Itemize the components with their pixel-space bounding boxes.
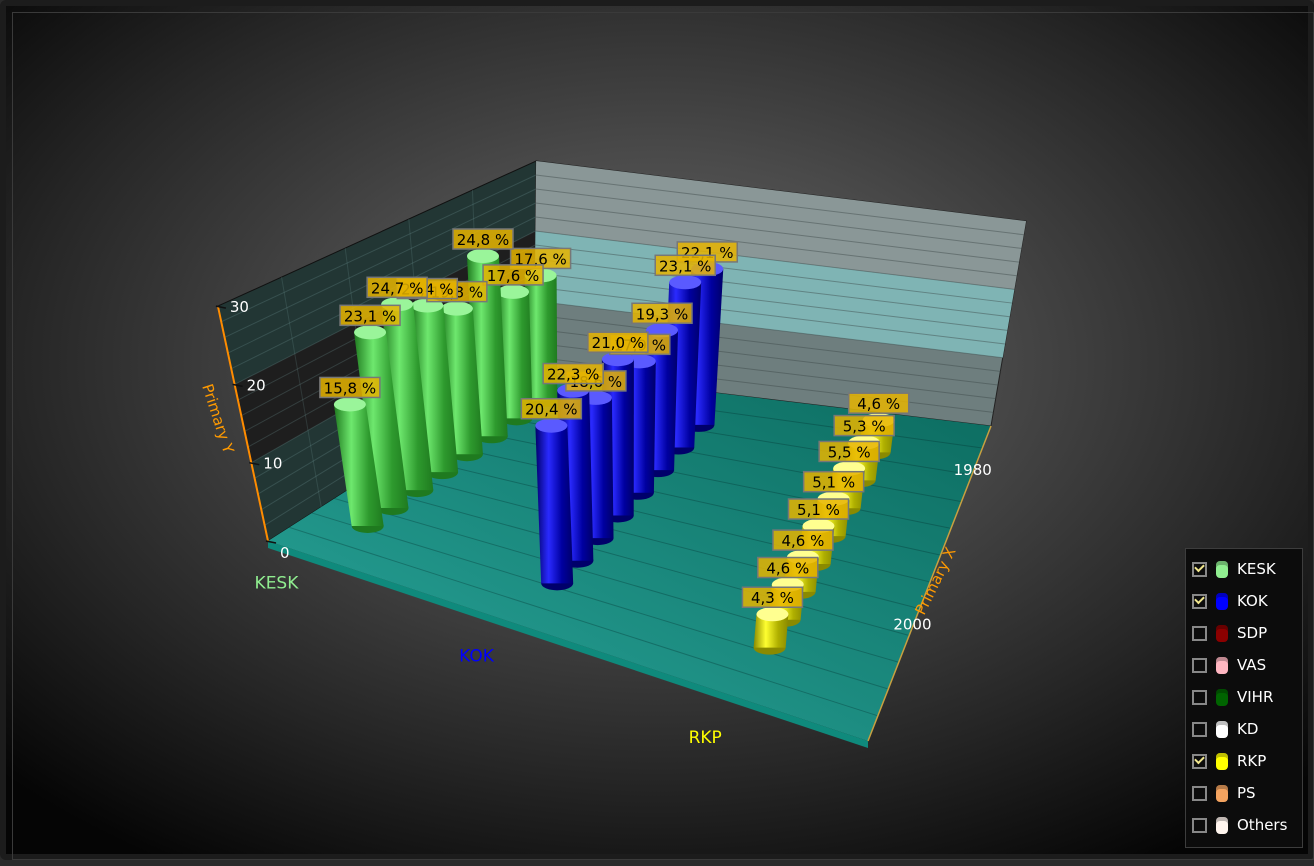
legend-label: PS <box>1237 784 1256 802</box>
data-label-text: 23,1 % <box>659 257 711 275</box>
data-label-text: 4,6 % <box>782 532 825 550</box>
cylinder-top <box>354 325 387 340</box>
data-label-text: 5,5 % <box>828 443 871 461</box>
cylinder-top <box>535 418 568 433</box>
legend-item-kok[interactable]: KOK <box>1186 585 1302 617</box>
data-label: 4,6 % <box>757 556 819 579</box>
legend-item-kesk[interactable]: KESK <box>1186 553 1302 585</box>
cylinder-swatch-icon <box>1216 624 1228 642</box>
legend-item-ps[interactable]: PS <box>1186 777 1302 809</box>
legend: KESK KOK SDP VAS VIHR KD RKP PS Others <box>1185 548 1303 848</box>
legend-checkbox[interactable] <box>1192 785 1207 801</box>
data-label: 24,8 % <box>452 228 514 250</box>
data-label: 23,1 % <box>654 254 716 277</box>
data-label-text: 15,8 % <box>324 379 376 397</box>
data-label: 4,3 % <box>741 586 804 608</box>
data-label-text: 20,4 % <box>525 401 577 419</box>
data-label: 19,3 % <box>631 302 693 325</box>
data-label: 5,5 % <box>818 440 880 463</box>
data-label: 5,3 % <box>833 414 895 437</box>
cylinder-top <box>440 301 473 316</box>
cylinder-swatch-icon <box>1216 720 1228 738</box>
category-label-kok: KOK <box>459 646 495 666</box>
cylinder-swatch-icon <box>1216 816 1228 834</box>
data-label: 23,1 % <box>339 304 401 327</box>
data-label: 5,1 % <box>787 498 850 520</box>
cylinder-swatch-icon <box>1216 560 1228 578</box>
y-axis-title: Primary Y <box>198 382 238 457</box>
cylinder-top <box>497 284 530 299</box>
legend-label: RKP <box>1237 752 1267 770</box>
data-label-text: 5,1 % <box>812 474 855 492</box>
cylinder-rkp <box>753 607 789 655</box>
data-label-text: 24,8 % <box>457 231 509 249</box>
data-label: 15,8 % <box>319 376 381 399</box>
legend-item-vas[interactable]: VAS <box>1186 649 1302 681</box>
data-label-text: 21,0 % <box>592 334 644 352</box>
data-label-text: 5,3 % <box>843 418 886 436</box>
legend-label: KD <box>1237 720 1259 738</box>
data-label-text: 24,7 % <box>371 279 423 297</box>
data-label: 4,6 % <box>772 529 834 551</box>
cylinder-swatch-icon <box>1216 656 1228 674</box>
legend-checkbox[interactable] <box>1192 689 1207 705</box>
data-label-text: 22,3 % <box>547 366 599 384</box>
data-label-text: 23,1 % <box>344 307 396 325</box>
category-label-kesk: KESK <box>255 574 300 594</box>
legend-label: SDP <box>1237 624 1268 642</box>
legend-checkbox[interactable] <box>1192 625 1207 641</box>
chart-frame: 0 10 20 30 Primary Y 1980 2000 Primary X KESK KOK… <box>0 0 1314 860</box>
cylinder-top <box>756 607 789 622</box>
cylinder-top <box>466 249 499 264</box>
cylinder-body <box>535 425 574 584</box>
data-label: 21,0 % <box>587 331 649 353</box>
cylinder-kok <box>535 418 574 591</box>
data-label: 4,6 % <box>847 392 910 414</box>
category-label-rkp: RKP <box>689 728 722 748</box>
data-label-text: 4,3 % <box>751 589 794 607</box>
legend-item-rkp[interactable]: RKP <box>1186 745 1302 777</box>
cylinder-top <box>669 275 702 290</box>
legend-label: VIHR <box>1237 688 1274 706</box>
y-tick-label: 30 <box>230 298 249 316</box>
cylinder-top <box>333 397 366 412</box>
legend-label: VAS <box>1237 656 1267 674</box>
data-label-text: 19,3 % <box>636 305 688 323</box>
legend-item-others[interactable]: Others <box>1186 809 1302 841</box>
legend-checkbox[interactable] <box>1192 561 1207 577</box>
x-tick-label: 1980 <box>954 461 992 479</box>
data-label: 5,1 % <box>802 470 865 493</box>
data-label: 17,6 % <box>482 264 544 286</box>
y-tick-label: 10 <box>263 455 282 473</box>
data-label: 24,7 % <box>366 276 428 299</box>
data-label: 20,4 % <box>520 397 583 420</box>
cylinder-swatch-icon <box>1216 592 1228 610</box>
legend-label: KESK <box>1237 560 1276 578</box>
cylinder-swatch-icon <box>1216 784 1228 802</box>
legend-checkbox[interactable] <box>1192 721 1207 737</box>
legend-item-sdp[interactable]: SDP <box>1186 617 1302 649</box>
data-label: 22,3 % <box>542 362 604 385</box>
data-label-text: 4,6 % <box>766 560 809 578</box>
data-label-text: 4,6 % <box>857 395 900 413</box>
cylinder-swatch-icon <box>1216 752 1228 770</box>
legend-label: KOK <box>1237 592 1268 610</box>
chart-3d: 0102030Primary Y19802000Primary XKESKKOK… <box>198 160 1027 748</box>
y-tick-label: 20 <box>247 376 266 394</box>
legend-checkbox[interactable] <box>1192 657 1207 673</box>
cylinder-swatch-icon <box>1216 688 1228 706</box>
data-label-text: 17,6 % <box>487 267 539 285</box>
legend-label: Others <box>1237 816 1288 834</box>
y-tick-label: 0 <box>280 544 290 562</box>
data-label-text: 5,1 % <box>797 501 840 519</box>
legend-item-vihr[interactable]: VIHR <box>1186 681 1302 713</box>
legend-checkbox[interactable] <box>1192 753 1207 769</box>
legend-checkbox[interactable] <box>1192 593 1207 609</box>
legend-item-kd[interactable]: KD <box>1186 713 1302 745</box>
legend-checkbox[interactable] <box>1192 817 1207 833</box>
